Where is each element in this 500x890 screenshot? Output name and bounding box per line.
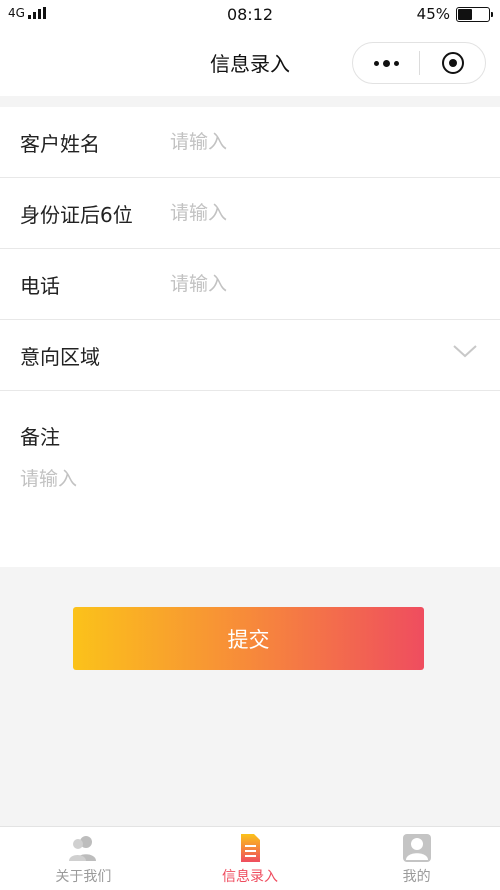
users-icon [69, 836, 97, 861]
id-last6-row: 身份证后6位 [0, 178, 500, 249]
intended-area-value [170, 320, 500, 390]
battery-fill [458, 8, 472, 20]
id-last6-label: 身份证后6位 [20, 202, 133, 227]
id-last6-input[interactable] [170, 193, 500, 233]
tab-about-us[interactable]: 关于我们 [0, 827, 167, 890]
tab-info-entry[interactable]: 信息录入 [167, 827, 334, 890]
more-button[interactable] [353, 43, 419, 83]
phone-row: 电话 [0, 249, 500, 320]
battery-icon [456, 6, 493, 22]
document-icon [241, 834, 260, 862]
mini-program-capsule [352, 42, 486, 84]
close-mini-program-button[interactable] [420, 43, 485, 83]
battery-percent: 45% [416, 5, 450, 23]
intended-area-label: 意向区域 [20, 344, 100, 369]
target-icon [441, 52, 464, 74]
more-dot-icon [382, 59, 390, 67]
customer-name-input[interactable] [170, 122, 500, 162]
battery-status: 45% [416, 5, 493, 23]
phone-input[interactable] [170, 264, 500, 304]
customer-name-label: 客户姓名 [20, 131, 100, 156]
user-icon [402, 834, 431, 862]
nav-bar: 信息录入 [0, 30, 500, 96]
submit-button[interactable]: 提交 [73, 607, 424, 670]
remark-input[interactable] [20, 464, 480, 544]
tab-label: 我的 [402, 869, 431, 885]
intended-area-select[interactable]: 意向区域 [0, 320, 500, 391]
tab-mine[interactable]: 我的 [333, 827, 500, 890]
tab-bar: 关于我们 信息录入 我的 [0, 826, 500, 890]
remark-label: 备注 [20, 425, 60, 449]
info-form: 客户姓名 身份证后6位 电话 意向区域 备注 [0, 107, 500, 567]
more-dot-icon [373, 60, 379, 66]
chevron-down-icon [453, 345, 477, 358]
more-dot-icon [393, 60, 399, 66]
remark-section: 备注 [0, 391, 500, 567]
tab-label: 关于我们 [55, 869, 112, 885]
phone-label: 电话 [20, 273, 60, 298]
customer-name-row: 客户姓名 [0, 107, 500, 178]
status-bar: 4G 08:12 45% [0, 0, 500, 30]
tab-label: 信息录入 [222, 869, 278, 885]
